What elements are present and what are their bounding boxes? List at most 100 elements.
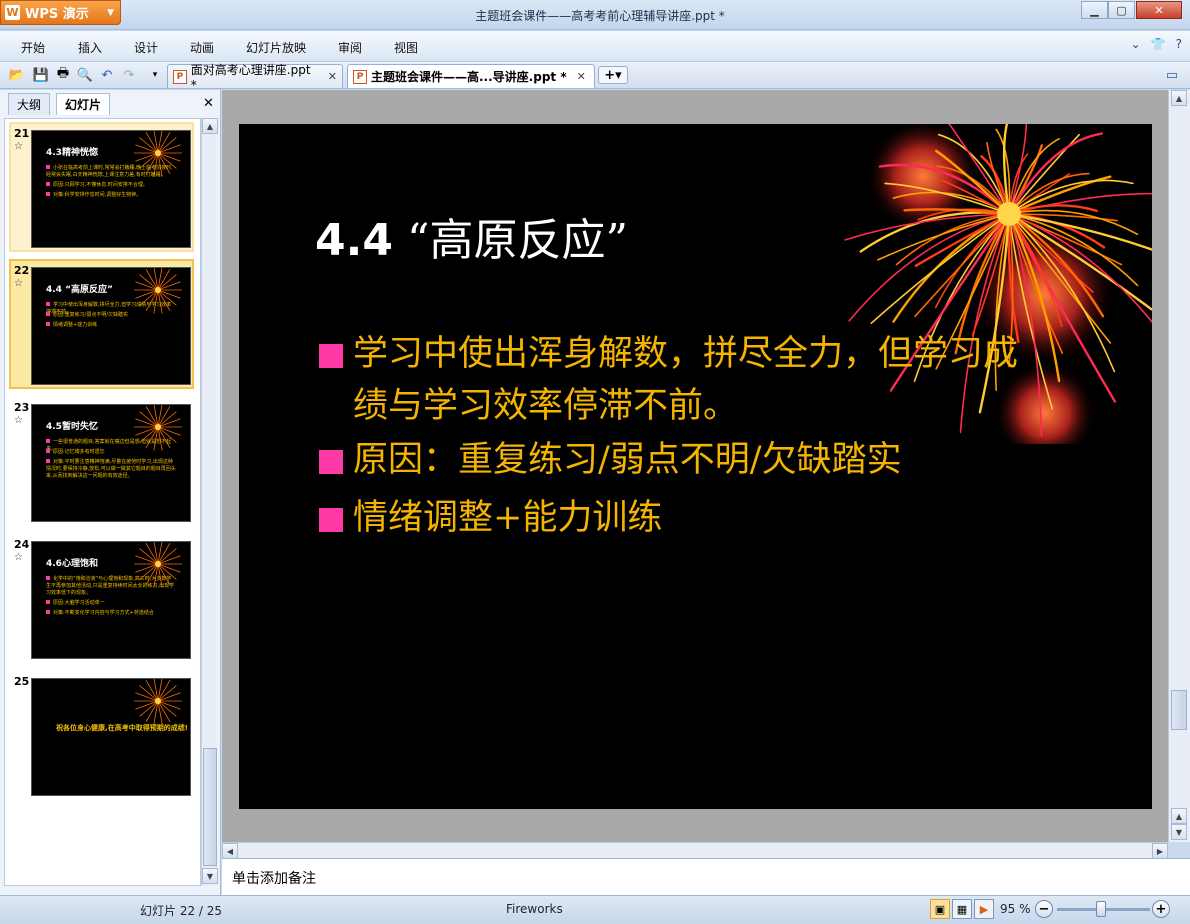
title-bar: W WPS 演示 ▼ 主题班会课件——高考考前心理辅导讲座.ppt * ▁ ▢ … xyxy=(0,0,1190,30)
zoom-slider-knob[interactable] xyxy=(1096,901,1107,917)
slideshow-icon[interactable]: ▶ xyxy=(974,899,994,919)
menu-slideshow[interactable]: 幻灯片放映 xyxy=(246,39,306,56)
thumbnail-number: 21 xyxy=(14,127,30,140)
slide-thumbnail-24[interactable]: 24 ☆ 4.6心理饱和化学中的“饱和溶液”与心理饱和现象,高三时,大多数学生不再参… xyxy=(9,533,194,663)
print-preview-icon[interactable]: 🔍 xyxy=(76,66,94,84)
animation-star-icon: ☆ xyxy=(14,415,23,426)
collapse-ribbon-icon[interactable]: ⌄ xyxy=(1131,37,1141,51)
wps-menu-button[interactable]: W WPS 演示 ▼ xyxy=(0,0,121,25)
close-panel-icon[interactable]: ✕ xyxy=(203,96,214,111)
thumbnail-title: 4.3精神恍惚 xyxy=(46,148,98,158)
thumbnail-bullet: 原因:重复练习/弱点不明/欠缺踏实 xyxy=(46,312,176,319)
slide-thumbnail-22[interactable]: 22 ☆ 4.4 “高原反应” 学习中使出浑身解数,拼尽全力,但学习成绩与学习效率停滞… xyxy=(9,259,194,389)
zoom-out-icon[interactable]: − xyxy=(1035,900,1053,918)
slide-thumbnail-23[interactable]: 23 ☆ 4.5暂时失忆 一些很普通的题目,答案就在嘴边但是想,但就是想不起来。 原因:… xyxy=(9,396,194,526)
window-title: 主题班会课件——高考考前心理辅导讲座.ppt * xyxy=(475,9,725,23)
menu-bar: 开始 插入 设计 动画 幻灯片放映 审阅 视图 ⌄ 👕 ? xyxy=(0,31,1190,61)
scroll-up-icon[interactable]: ▲ xyxy=(1171,90,1187,106)
editor-horizontal-scrollbar[interactable]: ◀ ▶ xyxy=(222,842,1168,859)
doc-tab-1[interactable]: P 面对高考心理讲座.ppt * ✕ xyxy=(167,63,343,92)
thumbnail-slide: 4.6心理饱和化学中的“饱和溶液”与心理饱和现象,高三时,大多数学生不再参加其他… xyxy=(31,541,191,659)
thumbnail-number: 22 xyxy=(14,264,30,277)
menu-design[interactable]: 设计 xyxy=(134,39,158,56)
thumbnail-slide: 4.4 “高原反应” 学习中使出浑身解数,拼尽全力,但学习成绩与学习效率停滞不前。… xyxy=(31,267,191,385)
thumbnail-slide: 祝各位身心健康,在高考中取得预期的成绩! xyxy=(31,678,191,796)
doc-tab-2[interactable]: P 主题班会课件——高...导讲座.ppt * ✕ xyxy=(347,64,595,88)
thumbnail-bullet: 对策:科学安排作息时间,调整好生物钟。 xyxy=(46,192,176,199)
skin-icon[interactable]: 👕 xyxy=(1151,37,1166,51)
theme-name: Fireworks xyxy=(506,902,563,916)
thumbnail-slide: 4.5暂时失忆 一些很普通的题目,答案就在嘴边但是想,但就是想不起来。 原因:记忆博… xyxy=(31,404,191,522)
thumbnail-closing-text: 祝各位身心健康,在高考中取得预期的成绩! xyxy=(56,724,188,732)
close-tab-icon[interactable]: ✕ xyxy=(577,70,586,83)
thumbnail-number: 25 xyxy=(14,675,30,688)
scroll-left-icon[interactable]: ◀ xyxy=(222,843,238,859)
normal-view-icon[interactable]: ▣ xyxy=(930,899,950,919)
thumbnail-scrollbar[interactable]: ▲ ▼ xyxy=(201,118,218,886)
help-icon[interactable]: ? xyxy=(1176,37,1182,51)
slide-counter: 幻灯片 22 / 25 xyxy=(140,904,223,918)
thumbnail-number: 24 xyxy=(14,538,30,551)
print-icon[interactable]: 🖶 xyxy=(54,66,72,84)
scroll-thumb[interactable] xyxy=(1171,690,1187,730)
customize-icon[interactable]: ▾ xyxy=(146,66,164,84)
scroll-right-icon[interactable]: ▶ xyxy=(1152,843,1168,859)
app-name: WPS 演示 xyxy=(25,7,89,22)
slide-bullet-2: 原因：重复练习/弱点不明/欠缺踏实 xyxy=(319,434,1019,486)
thumbnail-bullet: 小张在临高考前上课时,常常会打瞌睡,晚上临考前夜时,经常会失眠,白天精神恍惚,上… xyxy=(46,165,173,178)
close-tab-icon[interactable]: ✕ xyxy=(328,70,337,83)
close-button[interactable]: ✕ xyxy=(1136,1,1182,19)
slide-bullet-3: 情绪调整+能力训练 xyxy=(319,492,1019,544)
open-icon[interactable]: 📂 xyxy=(8,66,26,84)
tab-outline[interactable]: 大纲 xyxy=(8,93,51,115)
slide-editor: 4.4 “高原反应” 学习中使出浑身解数，拼尽全力，但学习成绩与学习效率停滞不前… xyxy=(222,90,1168,842)
notes-area[interactable]: 单击添加备注 xyxy=(222,858,1190,895)
tab-slides[interactable]: 幻灯片 xyxy=(56,93,111,115)
ppt-file-icon: P xyxy=(353,69,367,84)
menu-home[interactable]: 开始 xyxy=(21,39,45,56)
undo-icon[interactable]: ↶ xyxy=(98,66,116,84)
redo-icon[interactable]: ↷ xyxy=(120,66,138,84)
scroll-thumb[interactable] xyxy=(203,748,217,866)
new-tab-button[interactable]: +▾ xyxy=(598,66,628,84)
next-slide-icon[interactable]: ▼ xyxy=(1171,824,1187,840)
current-slide[interactable]: 4.4 “高原反应” 学习中使出浑身解数，拼尽全力，但学习成绩与学习效率停滞不前… xyxy=(239,124,1152,809)
thumbnail-bullet: 原因:只顾学习,不懂休息,时间安排不合理。 xyxy=(46,182,176,189)
save-icon[interactable]: 💾 xyxy=(32,66,50,84)
ppt-file-icon: P xyxy=(173,69,187,84)
thumbnail-bullet: 对策:不断变化学习内容与学习方式+劳逸结合 xyxy=(46,610,176,617)
maximize-button[interactable]: ▢ xyxy=(1108,1,1135,19)
animation-star-icon: ☆ xyxy=(14,278,23,289)
thumbnail-title: 4.6心理饱和 xyxy=(46,559,98,569)
slide-thumbnail-21[interactable]: 21 ☆ 4.3精神恍惚小张在临高考前上课时,常常会打瞌睡,晚上临考前夜时,经常会失… xyxy=(9,122,194,252)
status-bar: 幻灯片 22 / 25 Fireworks ▣ ▦ ▶ 95 % − + xyxy=(0,895,1190,924)
thumbnail-bullet: 原因:大脑学习活动单一 xyxy=(46,600,176,607)
slide-title: 4.4 “高原反应” xyxy=(315,204,628,268)
quick-toolbar: 📂 💾 🖶 🔍 ↶ ↷ ▾ P 面对高考心理讲座.ppt * ✕ P 主题班会课… xyxy=(0,61,1190,92)
slide-thumbnail-25[interactable]: 25 祝各位身心健康,在高考中取得预期的成绩! xyxy=(9,670,194,800)
scroll-down-icon[interactable]: ▼ xyxy=(202,868,218,884)
menu-animation[interactable]: 动画 xyxy=(190,39,214,56)
prev-slide-icon[interactable]: ▲ xyxy=(1171,808,1187,824)
thumbnail-title: 4.4 “高原反应” xyxy=(46,285,113,295)
slides-panel: 大纲 幻灯片 ✕ 21 ☆ 4.3精神恍惚 小张在临高考前上课时,常常会打瞌睡,晚上临… xyxy=(0,90,221,895)
menu-review[interactable]: 审阅 xyxy=(338,39,362,56)
fireworks-mini-icon xyxy=(134,405,182,451)
thumbnail-bullet: 对策:平时要注意精神饱满,尽量在疲劳时学习,出现这种情况时,要保持冷静,放松,可… xyxy=(46,459,176,479)
bullet-square-icon xyxy=(319,344,343,368)
animation-star-icon: ☆ xyxy=(14,141,23,152)
menu-insert[interactable]: 插入 xyxy=(78,39,102,56)
minimize-button[interactable]: ▁ xyxy=(1081,1,1108,19)
menu-view[interactable]: 视图 xyxy=(394,39,418,56)
wps-logo-icon: W xyxy=(5,5,20,20)
window-layout-icon[interactable]: ▭ xyxy=(1163,66,1181,84)
zoom-in-icon[interactable]: + xyxy=(1152,900,1170,918)
editor-vertical-scrollbar[interactable]: ▲ ▲ ▼ xyxy=(1168,90,1190,842)
slide-sorter-icon[interactable]: ▦ xyxy=(952,899,972,919)
scroll-up-icon[interactable]: ▲ xyxy=(202,118,218,134)
chevron-down-icon: ▼ xyxy=(107,7,114,18)
slide-bullet-1: 学习中使出浑身解数，拼尽全力，但学习成绩与学习效率停滞不前。 xyxy=(319,328,1019,432)
animation-star-icon: ☆ xyxy=(14,552,23,563)
thumbnail-bullet: 化学中的“饱和溶液”与心理饱和现象,高三时,大多数学生不再参加其他活动,只是重复… xyxy=(46,576,175,596)
bullet-square-icon xyxy=(319,450,343,474)
